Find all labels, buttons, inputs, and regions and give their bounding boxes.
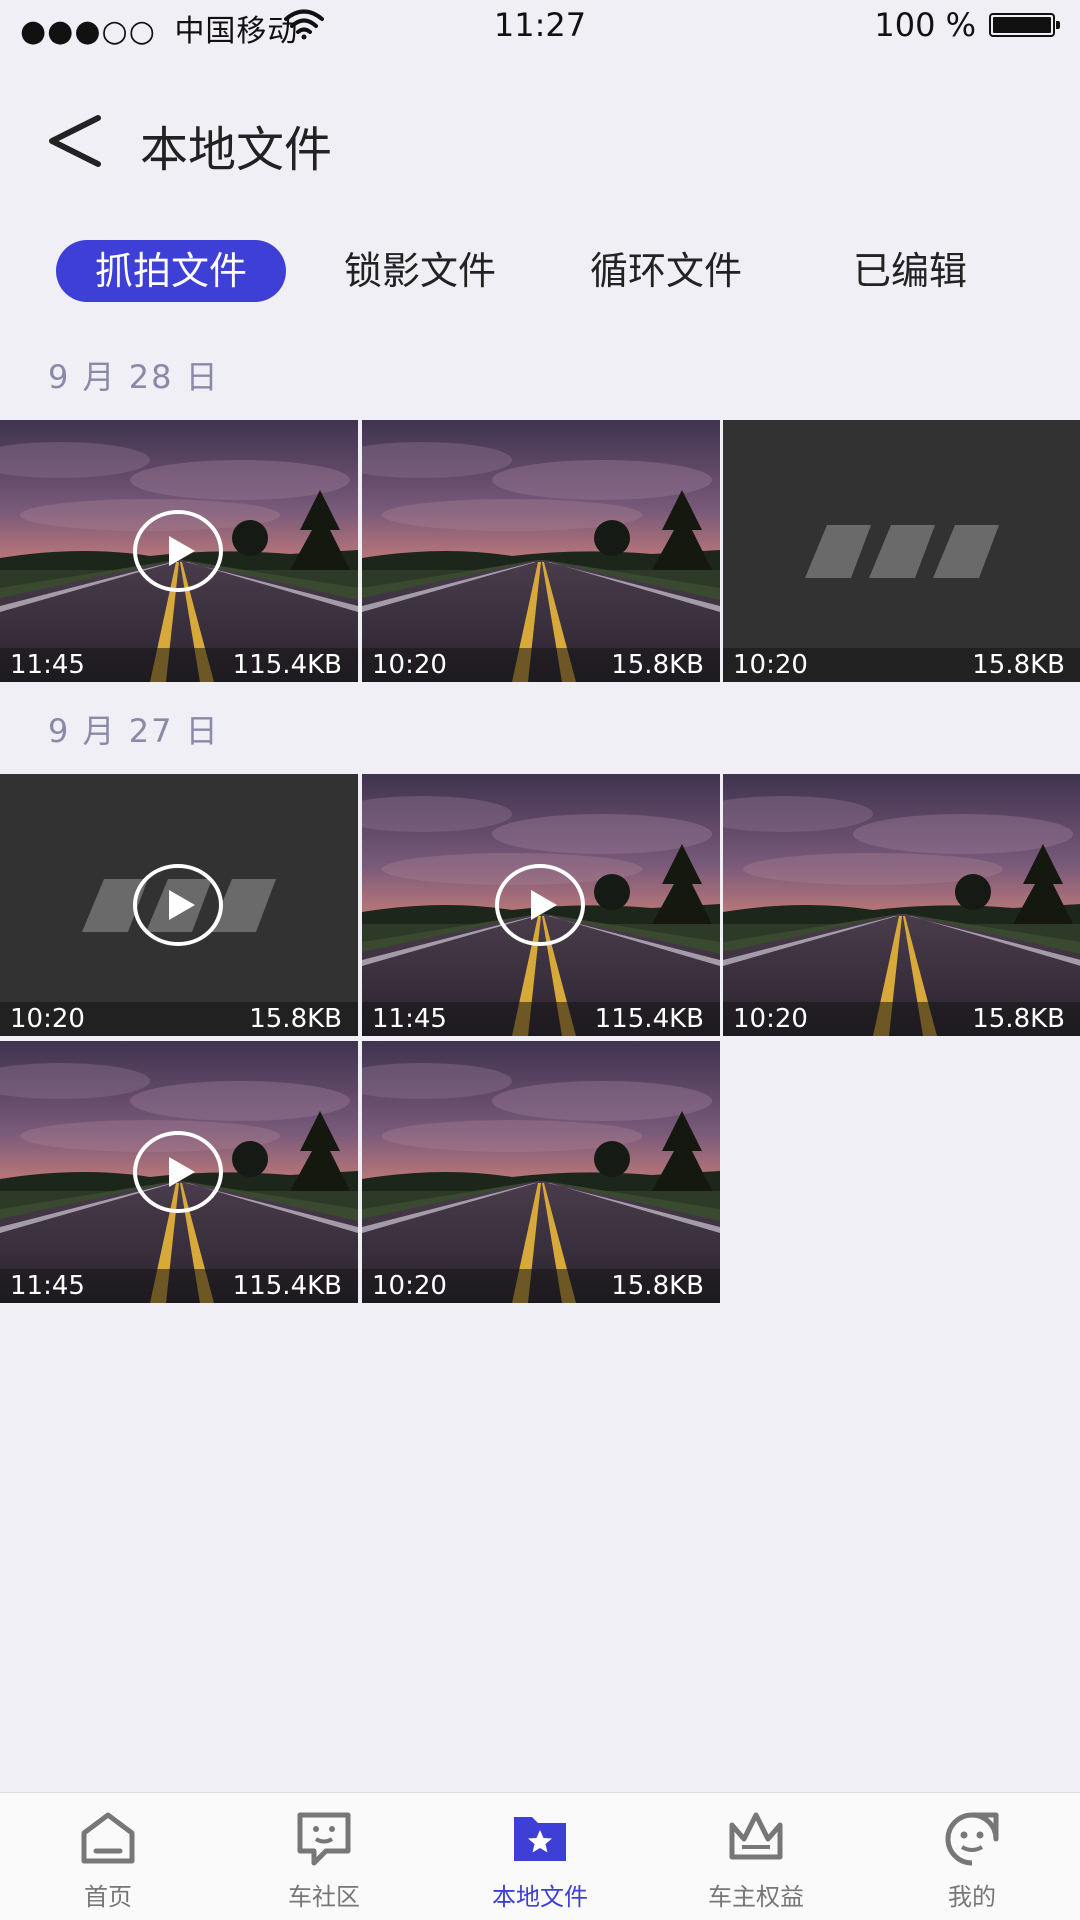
media-time: 10:20 (733, 1004, 808, 1034)
road-sunset-image (362, 1041, 720, 1303)
media-thumbnail[interactable]: 11:45 115.4KB (0, 1041, 358, 1303)
tab-locked-files[interactable]: 锁影文件 (320, 240, 520, 302)
nav-item-community[interactable]: 车社区 (216, 1793, 432, 1920)
home-icon (81, 1812, 135, 1864)
media-size: 115.4KB (594, 1004, 704, 1034)
section-date-label: 9 月 28 日 (48, 358, 220, 396)
media-size: 15.8KB (972, 1004, 1065, 1034)
thumbnail-info-bar: 10:20 15.8KB (0, 1002, 358, 1036)
header: 本地文件 (0, 90, 1080, 190)
filter-tabs: 抓拍文件 锁影文件 循环文件 已编辑 (0, 240, 1080, 302)
nav-label: 车主权益 (708, 1883, 804, 1911)
bottom-nav: 首页 车社区 本地文件 车主权益 我的 (0, 1792, 1080, 1920)
thumbnail-info-bar: 11:45 115.4KB (0, 648, 358, 682)
media-thumbnail[interactable]: 10:20 15.8KB (0, 774, 358, 1036)
media-size: 115.4KB (232, 1271, 342, 1301)
nav-label: 车社区 (288, 1883, 360, 1911)
media-size: 15.8KB (611, 650, 704, 680)
media-thumbnail[interactable]: 10:20 15.8KB (362, 420, 720, 682)
road-sunset-image (362, 420, 720, 682)
play-icon[interactable] (133, 510, 223, 592)
play-icon[interactable] (495, 864, 585, 946)
screen: ●●●○○ 中国移动 11:27 100 % 本地文件 抓拍文件 锁影文件 循环… (0, 0, 1080, 1920)
battery-percentage: 100 % (874, 6, 976, 44)
tab-snapshot-files[interactable]: 抓拍文件 (56, 240, 286, 302)
nav-item-owner-benefits[interactable]: 车主权益 (648, 1793, 864, 1920)
image-placeholder (723, 420, 1080, 682)
media-thumbnail[interactable]: 11:45 115.4KB (362, 774, 720, 1036)
page-title: 本地文件 (140, 122, 333, 178)
thumbnail-info-bar: 11:45 115.4KB (362, 1002, 720, 1036)
section-date-label: 9 月 27 日 (48, 712, 220, 750)
play-icon[interactable] (133, 864, 223, 946)
thumbnail-info-bar: 10:20 15.8KB (723, 648, 1080, 682)
back-arrow-icon[interactable] (40, 108, 110, 174)
battery-icon (989, 13, 1060, 37)
thumbnail-info-bar: 10:20 15.8KB (362, 1269, 720, 1303)
folder-star-icon (514, 1817, 566, 1861)
media-thumbnail[interactable]: 10:20 15.8KB (723, 420, 1080, 682)
road-sunset-image (723, 774, 1080, 1036)
tab-loop-files[interactable]: 循环文件 (566, 240, 766, 302)
nav-label: 我的 (948, 1883, 996, 1911)
nav-item-home[interactable]: 首页 (0, 1793, 216, 1920)
media-thumbnail[interactable]: 11:45 115.4KB (0, 420, 358, 682)
thumbnail-info-bar: 10:20 15.8KB (723, 1002, 1080, 1036)
media-size: 15.8KB (249, 1004, 342, 1034)
crown-icon (729, 1812, 783, 1860)
nav-item-profile[interactable]: 我的 (864, 1793, 1080, 1920)
status-bar: ●●●○○ 中国移动 11:27 100 % (0, 0, 1080, 50)
nav-item-local-files[interactable]: 本地文件 (432, 1793, 648, 1920)
nav-label: 本地文件 (492, 1883, 588, 1911)
media-size: 15.8KB (972, 650, 1065, 680)
media-time: 10:20 (372, 1271, 447, 1301)
play-icon[interactable] (133, 1131, 223, 1213)
media-time: 10:20 (372, 650, 447, 680)
media-time: 11:45 (10, 1271, 85, 1301)
smile-face-icon (945, 1812, 999, 1866)
media-size: 115.4KB (232, 650, 342, 680)
media-size: 15.8KB (611, 1271, 704, 1301)
media-time: 10:20 (10, 1004, 85, 1034)
media-time: 10:20 (733, 650, 808, 680)
media-thumbnail[interactable]: 10:20 15.8KB (723, 774, 1080, 1036)
chat-icon (297, 1812, 351, 1866)
thumbnail-info-bar: 11:45 115.4KB (0, 1269, 358, 1303)
thumbnail-info-bar: 10:20 15.8KB (362, 648, 720, 682)
media-time: 11:45 (372, 1004, 447, 1034)
media-time: 11:45 (10, 650, 85, 680)
media-thumbnail[interactable]: 10:20 15.8KB (362, 1041, 720, 1303)
nav-label: 首页 (84, 1883, 132, 1911)
tab-edited[interactable]: 已编辑 (820, 240, 1000, 302)
